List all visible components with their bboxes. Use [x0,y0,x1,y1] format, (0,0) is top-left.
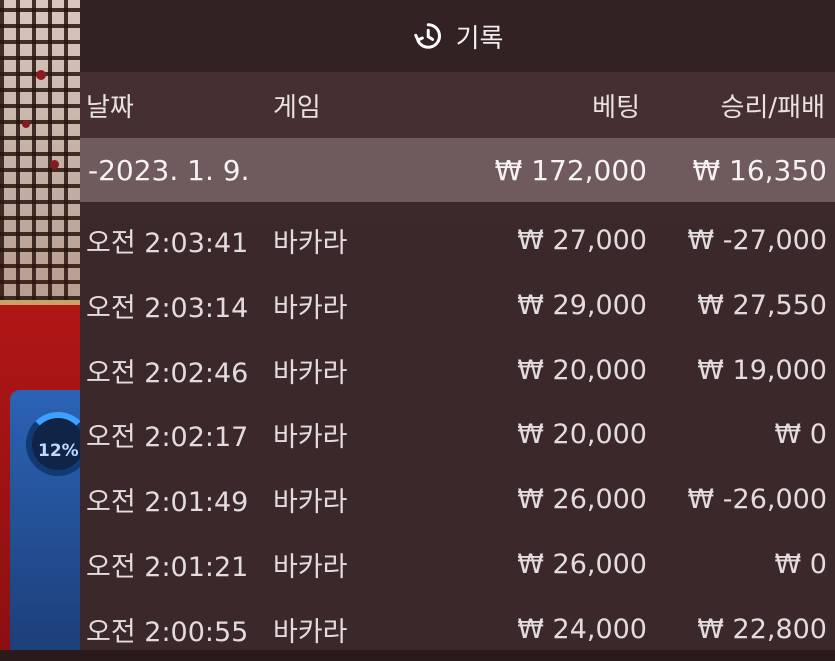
row-game: 바카라 [273,421,348,453]
column-header-bet: 베팅 [592,92,640,123]
row-result: ₩ 0 [774,418,827,450]
date-summary-row[interactable]: -2023. 1. 9. ₩ 172,000 ₩ 16,350 [80,138,835,202]
row-game: 바카라 [273,486,348,518]
history-row[interactable]: 오전 2:02:46 바카라 ₩ 20,000 ₩ 19,000 [80,338,835,402]
row-bet: ₩ 27,000 [517,224,647,256]
column-header-date: 날짜 [86,92,134,123]
history-row[interactable]: 오전 2:02:17 바카라 ₩ 20,000 ₩ 0 [80,402,835,466]
blossom-decoration [36,70,46,80]
row-result: ₩ 22,800 [697,613,827,645]
row-time: 오전 2:03:14 [86,292,249,324]
history-row[interactable]: 오전 2:01:21 바카라 ₩ 26,000 ₩ 0 [80,532,835,596]
summary-bet-total: ₩ 172,000 [494,153,647,187]
row-result: ₩ 19,000 [697,354,827,386]
row-bet: ₩ 29,000 [517,289,647,321]
row-time: 오전 2:01:21 [86,551,249,583]
row-result: ₩ 27,550 [697,289,827,321]
history-row[interactable]: 오전 2:01:49 바카라 ₩ 26,000 ₩ -26,000 [80,467,835,531]
panel-title: 기록 [455,23,504,54]
row-time: 오전 2:00:55 [86,616,249,648]
row-bet: ₩ 20,000 [517,354,647,386]
row-game: 바카라 [273,357,348,389]
history-row[interactable]: 오전 2:03:41 바카라 ₩ 27,000 ₩ -27,000 [80,208,835,272]
row-game: 바카라 [273,616,348,648]
history-row[interactable]: 오전 2:03:14 바카라 ₩ 29,000 ₩ 27,550 [80,273,835,337]
row-result: ₩ -26,000 [687,483,828,515]
row-result: ₩ 0 [774,548,827,580]
row-bet: ₩ 26,000 [517,483,647,515]
row-game: 바카라 [273,551,348,583]
row-bet: ₩ 24,000 [517,613,647,645]
row-bet: ₩ 20,000 [517,418,647,450]
row-time: 오전 2:02:17 [86,421,249,453]
row-game: 바카라 [273,227,348,259]
history-row[interactable]: 오전 2:00:55 바카라 ₩ 24,000 ₩ 22,800 [80,597,835,661]
row-time: 오전 2:02:46 [86,357,249,389]
summary-date: -2023. 1. 9. [88,153,250,187]
row-time: 오전 2:01:49 [86,486,249,518]
column-header-game: 게임 [273,92,321,123]
folding-screen [0,0,80,300]
column-header-row: 날짜 게임 베팅 승리/패배 [80,72,835,138]
row-game: 바카라 [273,292,348,324]
row-result: ₩ -27,000 [687,224,828,256]
column-header-result: 승리/패배 [720,92,825,123]
summary-result-total: ₩ 16,350 [692,153,827,187]
row-bet: ₩ 26,000 [517,548,647,580]
history-icon [413,23,441,49]
history-panel: 기록 날짜 게임 베팅 승리/패배 -2023. 1. 9. ₩ 172,000… [80,0,835,650]
timer-percent: 12% [38,441,79,461]
blossom-decoration [22,120,30,128]
panel-header: 기록 [80,0,835,72]
row-time: 오전 2:03:41 [86,227,249,259]
blossom-decoration [50,160,59,169]
